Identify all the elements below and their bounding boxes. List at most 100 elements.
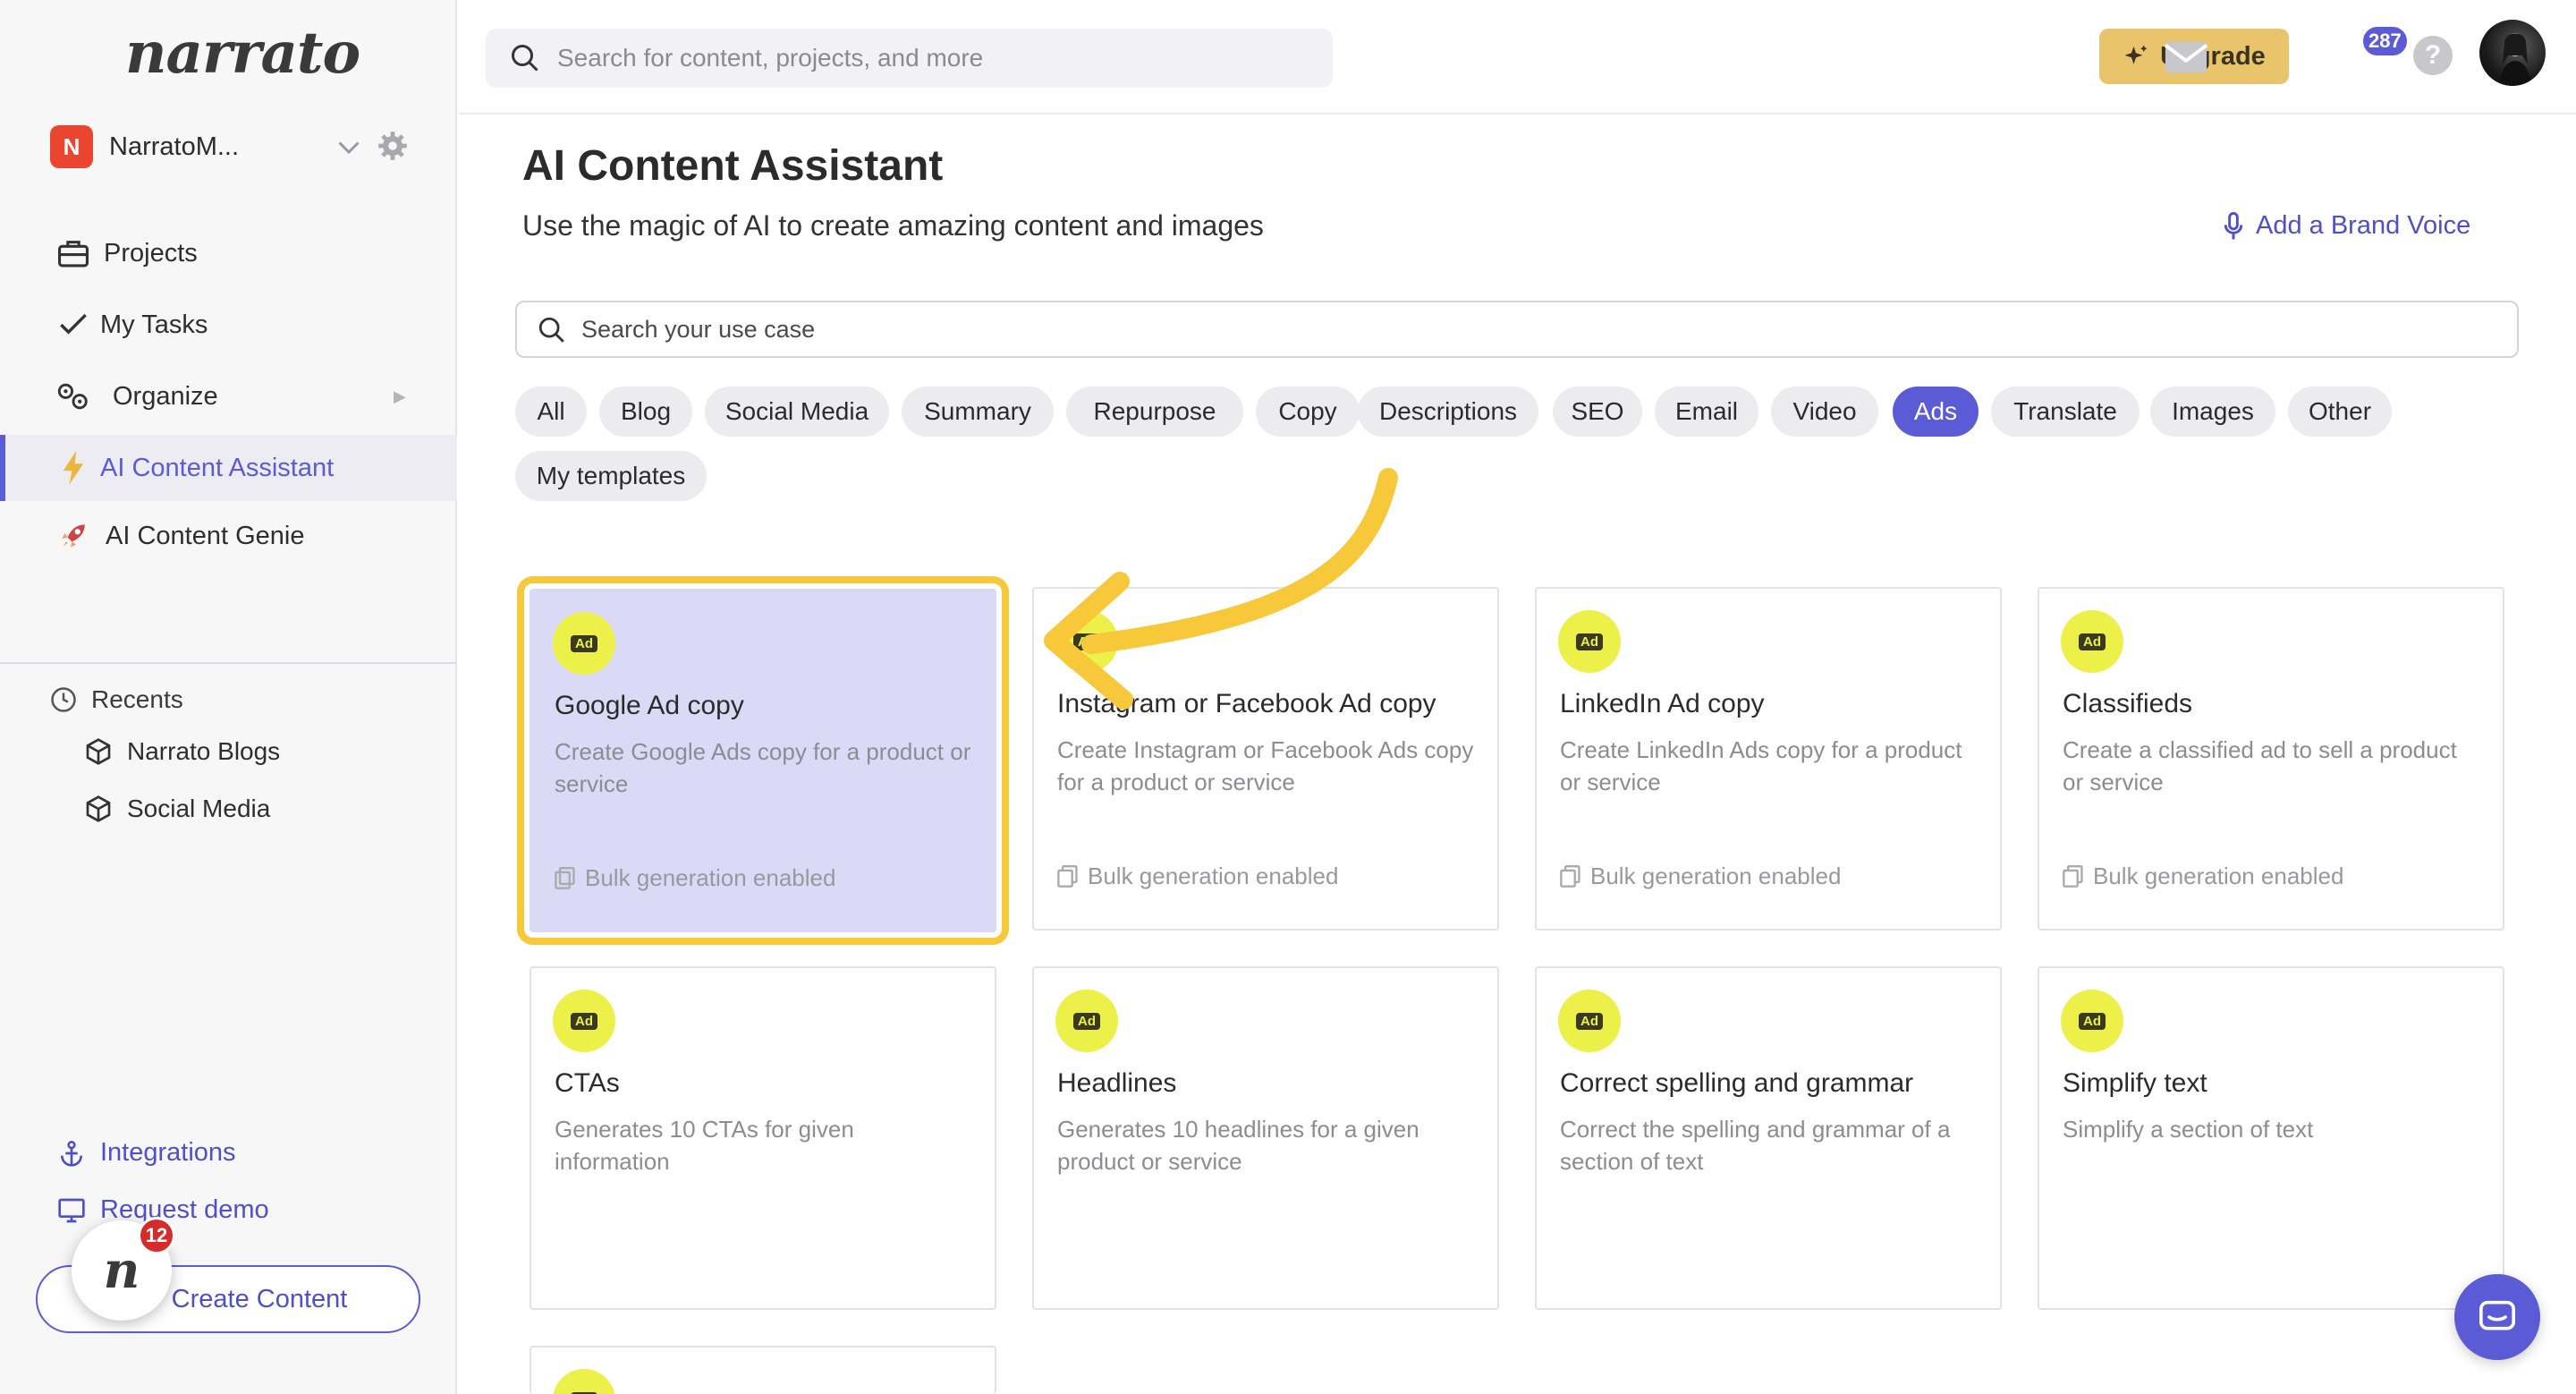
chip-video[interactable]: Video bbox=[1771, 387, 1878, 437]
rocket-icon bbox=[55, 518, 91, 554]
workspace-badge: N bbox=[50, 125, 93, 168]
anchor-icon bbox=[61, 1140, 82, 1167]
monitor-icon bbox=[58, 1198, 85, 1222]
expand-arrow-icon[interactable]: ▶ bbox=[394, 387, 406, 406]
usecase-card-simplify-text[interactable]: Ad Simplify text Simplify a section of t… bbox=[2038, 966, 2504, 1310]
usecase-search[interactable] bbox=[515, 301, 2519, 358]
ad-icon: Ad bbox=[553, 990, 615, 1052]
chip-all[interactable]: All bbox=[515, 387, 587, 437]
avatar-photo bbox=[2499, 33, 2531, 86]
chip-images[interactable]: Images bbox=[2150, 387, 2275, 437]
gear-icon[interactable] bbox=[376, 129, 410, 163]
card-description: Generates 10 CTAs for given information bbox=[555, 1116, 854, 1175]
ad-icon: Ad bbox=[1558, 990, 1621, 1052]
chip-repurpose[interactable]: Repurpose bbox=[1066, 387, 1243, 437]
card-description: Generates 10 headlines for a given produ… bbox=[1057, 1116, 1419, 1175]
workspace-name: NarratoM... bbox=[109, 132, 240, 161]
usecase-card-headlines[interactable]: Ad Headlines Generates 10 headlines for … bbox=[1032, 966, 1499, 1310]
recent-item[interactable]: Social Media bbox=[84, 795, 270, 823]
bulk-generation-note: Bulk generation enabled bbox=[555, 864, 835, 892]
check-icon bbox=[55, 307, 91, 343]
chip-translate[interactable]: Translate bbox=[1991, 387, 2140, 437]
notification-badge: 12 bbox=[138, 1217, 175, 1254]
nav-ai-content-genie[interactable]: AI Content Genie bbox=[0, 503, 457, 569]
chevron-down-icon[interactable] bbox=[333, 131, 365, 163]
ad-icon: Ad bbox=[2061, 990, 2123, 1052]
ad-icon: Ad bbox=[1055, 610, 1118, 673]
global-search-input[interactable] bbox=[557, 29, 1309, 88]
card-title: CTAs bbox=[555, 1068, 620, 1098]
chip-my-templates[interactable]: My templates bbox=[515, 451, 707, 501]
cube-icon bbox=[86, 738, 111, 765]
nav-my-tasks[interactable]: My Tasks bbox=[0, 292, 457, 358]
page-subtitle: Use the magic of AI to create amazing co… bbox=[522, 209, 1264, 242]
nav-label: AI Content Genie bbox=[106, 521, 305, 550]
chip-email[interactable]: Email bbox=[1655, 387, 1758, 437]
sparkle-icon bbox=[2124, 45, 2148, 64]
sidebar: narrato N NarratoM... Projects My Tasks … bbox=[0, 0, 457, 1394]
bulk-generation-note: Bulk generation enabled bbox=[2063, 863, 2343, 890]
usecase-search-input[interactable] bbox=[581, 302, 2496, 356]
chip-summary[interactable]: Summary bbox=[902, 387, 1054, 437]
nav-organize[interactable]: Organize ▶ bbox=[0, 363, 457, 429]
usecase-card-google-ad-copy[interactable]: Ad Google Ad copy Create Google Ads copy… bbox=[517, 576, 1009, 945]
nav-label: AI Content Assistant bbox=[100, 453, 335, 482]
nav-label: Projects bbox=[104, 238, 198, 268]
chip-seo[interactable]: SEO bbox=[1553, 387, 1642, 437]
card-title: LinkedIn Ad copy bbox=[1560, 689, 1765, 718]
card-title: Correct spelling and grammar bbox=[1560, 1068, 1914, 1098]
create-content-label: Create Content bbox=[171, 1284, 348, 1313]
clock-icon bbox=[51, 687, 76, 712]
card-title: Headlines bbox=[1057, 1068, 1177, 1098]
briefcase-icon bbox=[55, 235, 91, 271]
mail-icon[interactable] bbox=[2164, 39, 2208, 75]
search-icon bbox=[512, 45, 538, 72]
page-title: AI Content Assistant bbox=[522, 142, 944, 190]
bulk-generation-note: Bulk generation enabled bbox=[1057, 863, 1338, 890]
card-description: Create a classified ad to sell a product… bbox=[2063, 736, 2457, 795]
chip-copy[interactable]: Copy bbox=[1256, 387, 1360, 437]
microphone-icon bbox=[2224, 211, 2243, 240]
nav-projects[interactable]: Projects bbox=[0, 220, 457, 286]
card-title: Instagram or Facebook Ad copy bbox=[1057, 689, 1436, 718]
card-title: Simplify text bbox=[2063, 1068, 2207, 1098]
card-description: Create Instagram or Facebook Ads copy fo… bbox=[1057, 736, 1474, 795]
ad-icon: Ad bbox=[1558, 610, 1621, 673]
ad-icon: Ad bbox=[553, 612, 615, 675]
avatar[interactable] bbox=[2479, 20, 2546, 86]
chip-blog[interactable]: Blog bbox=[599, 387, 692, 437]
chip-descriptions[interactable]: Descriptions bbox=[1358, 387, 1538, 437]
usecase-card-ctas[interactable]: Ad CTAs Generates 10 CTAs for given info… bbox=[530, 966, 996, 1310]
integrations-label: Integrations bbox=[100, 1138, 236, 1167]
narrato-logo[interactable]: narrato bbox=[125, 20, 360, 87]
recent-label: Social Media bbox=[127, 795, 271, 822]
chat-widget-button[interactable] bbox=[2454, 1274, 2540, 1360]
chip-social-media[interactable]: Social Media bbox=[705, 387, 889, 437]
card-description: Create Google Ads copy for a product or … bbox=[555, 738, 971, 797]
card-description: Correct the spelling and grammar of a se… bbox=[1560, 1116, 1951, 1175]
usecase-card-linkedin-ad-copy[interactable]: Ad LinkedIn Ad copy Create LinkedIn Ads … bbox=[1535, 587, 2002, 931]
integrations-link[interactable]: Integrations bbox=[57, 1138, 236, 1168]
add-brand-voice-link[interactable]: Add a Brand Voice bbox=[2224, 211, 2470, 241]
usecase-card-classifieds[interactable]: Ad Classifieds Create a classified ad to… bbox=[2038, 587, 2504, 931]
help-icon[interactable]: ? bbox=[2413, 36, 2453, 75]
usecase-card-partial[interactable]: Ad bbox=[530, 1346, 996, 1394]
copy-icon bbox=[2063, 864, 2083, 888]
copy-icon bbox=[555, 866, 575, 889]
chip-ads[interactable]: Ads bbox=[1893, 387, 1979, 437]
global-search[interactable] bbox=[486, 29, 1333, 88]
recents-header: Recents bbox=[50, 685, 183, 714]
usecase-card-correct-spelling-grammar[interactable]: Ad Correct spelling and grammar Correct … bbox=[1535, 966, 2002, 1310]
nav-label: Organize bbox=[113, 381, 218, 411]
brand-voice-label: Add a Brand Voice bbox=[2256, 211, 2471, 240]
chat-icon bbox=[2479, 1300, 2515, 1330]
nav-ai-content-assistant[interactable]: AI Content Assistant bbox=[0, 435, 457, 501]
chip-other[interactable]: Other bbox=[2288, 387, 2392, 437]
mail-count-badge: 287 bbox=[2361, 25, 2409, 57]
search-icon bbox=[538, 317, 564, 343]
recent-item[interactable]: Narrato Blogs bbox=[84, 737, 280, 766]
usecase-card-instagram-facebook-ad-copy[interactable]: Ad Instagram or Facebook Ad copy Create … bbox=[1032, 587, 1499, 931]
lightning-icon bbox=[55, 450, 91, 486]
workspace-selector[interactable]: N NarratoM... bbox=[50, 125, 408, 168]
ad-icon: Ad bbox=[1055, 990, 1118, 1052]
